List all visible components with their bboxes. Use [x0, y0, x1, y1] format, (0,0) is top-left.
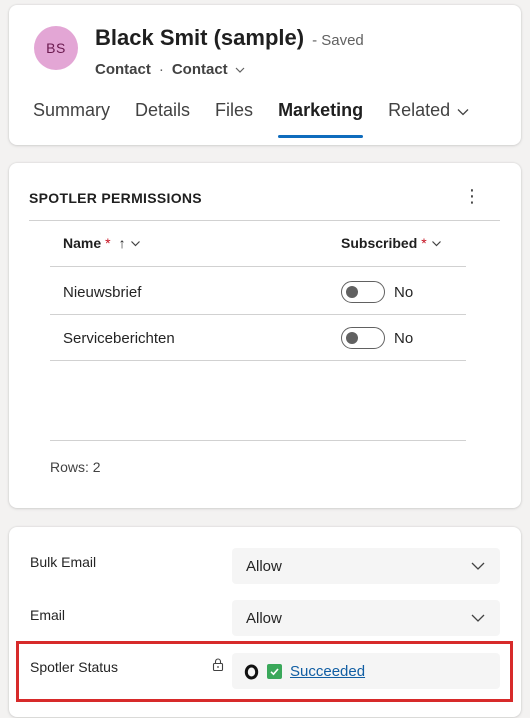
row-name-serviceberichten[interactable]: Serviceberichten — [63, 330, 175, 347]
column-name-label: Name — [63, 235, 102, 251]
section-title: SPOTLER PERMISSIONS — [29, 190, 202, 206]
tab-label: Files — [215, 100, 254, 120]
preferences-section: Bulk Email Allow Email Allow Spotler Sta… — [9, 527, 521, 717]
tab-details[interactable]: Details — [135, 98, 190, 138]
column-subscribed-label: Subscribed — [341, 235, 418, 251]
subscribed-value: No — [394, 330, 414, 347]
required-mark: * — [421, 235, 427, 251]
separator-dot: · — [158, 61, 164, 78]
chevron-down-icon — [457, 109, 469, 116]
bulk-email-select[interactable]: Allow — [232, 548, 500, 584]
highlight-box — [16, 641, 513, 702]
divider — [50, 266, 466, 267]
required-mark: * — [105, 235, 111, 251]
column-header-name[interactable]: Name * ↑ — [63, 235, 141, 251]
sort-ascending-icon: ↑ — [118, 235, 126, 251]
email-select[interactable]: Allow — [232, 600, 500, 636]
tab-summary[interactable]: Summary — [33, 98, 110, 138]
tab-label: Marketing — [278, 100, 364, 120]
chevron-down-icon — [235, 67, 245, 73]
email-label: Email — [30, 607, 66, 623]
divider — [50, 440, 466, 441]
column-header-subscribed[interactable]: Subscribed * — [341, 235, 442, 251]
tab-list: Summary Details Files Marketing Related — [33, 98, 495, 138]
saved-status: - Saved — [312, 32, 364, 49]
divider — [29, 220, 500, 221]
row-name-nieuwsbrief[interactable]: Nieuwsbrief — [63, 284, 141, 301]
bulk-email-label: Bulk Email — [30, 554, 97, 570]
form-selector[interactable]: Contact — [172, 61, 246, 78]
avatar: BS — [34, 26, 78, 70]
spotler-permissions-section: SPOTLER PERMISSIONS ⋮ Name * ↑ Subscribe… — [9, 163, 521, 508]
email-value: Allow — [246, 609, 282, 627]
entity-type: Contact — [95, 61, 151, 78]
divider — [50, 314, 466, 315]
rows-count: Rows: 2 — [50, 459, 101, 475]
title-row: Black Smit (sample) - Saved — [95, 25, 364, 51]
subscribed-value: No — [394, 284, 414, 301]
chevron-down-icon — [431, 240, 441, 246]
tab-label: Related — [388, 100, 451, 120]
chevron-down-icon — [130, 240, 140, 246]
tab-related[interactable]: Related — [388, 98, 470, 138]
tab-label: Summary — [33, 100, 111, 120]
chevron-down-icon — [471, 614, 485, 622]
record-title: Black Smit (sample) — [95, 25, 305, 50]
divider — [50, 360, 466, 361]
bulk-email-value: Allow — [246, 557, 282, 575]
record-subtitle: Contact · Contact — [95, 61, 246, 78]
tab-marketing[interactable]: Marketing — [278, 98, 364, 138]
record-header: BS Black Smit (sample) - Saved Contact ·… — [9, 5, 521, 145]
chevron-down-icon — [471, 562, 485, 570]
subscribed-toggle[interactable] — [341, 281, 385, 303]
tab-label: Details — [135, 100, 191, 120]
more-options-icon[interactable]: ⋮ — [463, 187, 481, 205]
subscribed-toggle[interactable] — [341, 327, 385, 349]
form-selector-label: Contact — [171, 61, 228, 78]
tab-files[interactable]: Files — [215, 98, 253, 138]
